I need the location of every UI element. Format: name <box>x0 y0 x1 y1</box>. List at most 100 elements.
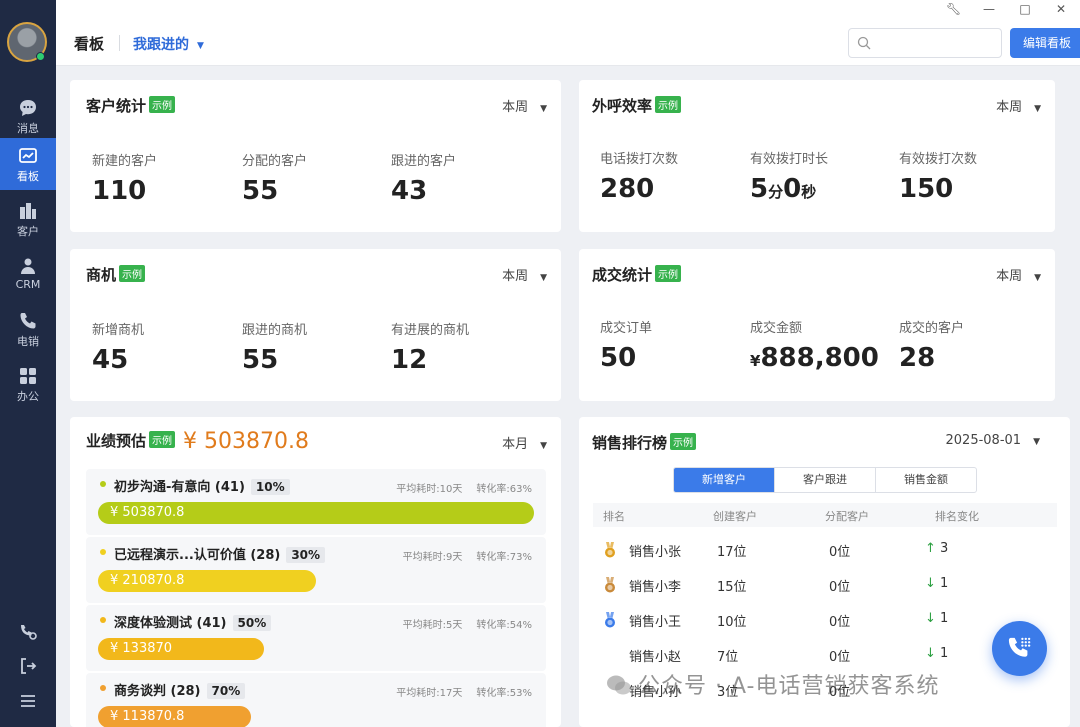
ranking-row: 销售小王 10位 0位 ↓ 1 <box>593 603 1057 637</box>
tab-new-customers[interactable]: 新增客户 <box>674 468 774 492</box>
rank-change-value: 1 <box>940 611 949 626</box>
assigned-customers: 0位 <box>829 580 851 595</box>
sidebar-item-crm[interactable]: CRM <box>0 248 56 300</box>
stage-probability: 30% <box>286 547 326 563</box>
phone-settings-button[interactable] <box>0 621 56 645</box>
opportunities-card: 商机 示例 本周 ▼ 新增商机 45 跟进的商机 55 有进展的商机 12 <box>70 249 561 401</box>
example-tag: 示例 <box>670 433 697 450</box>
stage-probability: 50% <box>232 615 272 631</box>
customer-stats-card: 客户统计 示例 本周 ▼ 新建的客户 110 分配的客户 55 跟进的客户 43 <box>70 80 561 232</box>
period-selector[interactable]: 本周 ▼ <box>502 265 547 284</box>
menu-button[interactable] <box>0 691 56 715</box>
sidebar-item-messages[interactable]: 消息 <box>0 90 56 142</box>
stat-label: 分配的客户 <box>242 154 308 169</box>
period-label: 本周 <box>996 269 1023 284</box>
phone-icon <box>20 313 36 329</box>
logout-button[interactable] <box>0 656 56 680</box>
tab-customer-followup[interactable]: 客户跟进 <box>774 468 875 492</box>
sidebar-item-telesales[interactable]: 电销 <box>0 303 56 355</box>
hamburger-menu-icon <box>21 695 35 707</box>
forecast-total: ¥ 503870.8 <box>183 429 309 454</box>
funnel-stage[interactable]: 初步沟通-有意向 (41) 10% 平均耗时:10天 转化率:63% ¥ 503870.… <box>86 469 546 535</box>
sidebar-item-customers[interactable]: 客户 <box>0 193 56 245</box>
close-icon[interactable]: ✕ <box>1054 2 1068 16</box>
sidebar-item-label: 消息 <box>17 122 39 135</box>
stat-new-opportunities: 新增商机 45 <box>92 319 144 375</box>
dial-pad-button[interactable] <box>992 621 1047 676</box>
stat-deal-orders: 成交订单 50 <box>600 317 652 373</box>
stat-label: 新建的客户 <box>92 154 158 169</box>
search-input[interactable] <box>848 28 1002 58</box>
column-header: 排名变化 <box>935 510 979 523</box>
maximize-icon[interactable]: □ <box>1018 2 1032 16</box>
minimize-icon[interactable]: — <box>982 2 996 16</box>
caret-down-icon: ▼ <box>1033 437 1040 447</box>
stat-followed-opportunities: 跟进的商机 55 <box>242 319 307 375</box>
period-selector[interactable]: 本周 ▼ <box>996 96 1041 115</box>
card-title: 成交统计 示例 <box>592 264 682 285</box>
medal-icon <box>605 577 615 593</box>
stage-avg-duration: 平均耗时:5天 <box>402 620 463 631</box>
created-customers: 15位 <box>717 580 747 595</box>
stat-deal-customers: 成交的客户 28 <box>899 317 964 373</box>
phone-dialpad-icon <box>1008 637 1031 657</box>
stat-value: 43 <box>391 176 428 206</box>
rank-change-down-icon: ↓ <box>925 611 936 626</box>
stage-meta: 平均耗时:9天 转化率:73% <box>389 548 532 563</box>
rank-change-value: 3 <box>940 541 949 556</box>
minutes-value: 5 <box>750 174 769 204</box>
stage-name: 初步沟通-有意向 (41) 10% <box>114 476 290 495</box>
rank-change-down-icon: ↓ <box>925 646 936 661</box>
period-selector[interactable]: 本月 ▼ <box>502 433 547 452</box>
stage-name-text: 商务谈判 (28) <box>114 684 201 699</box>
funnel-stage[interactable]: 已远程演示...认可价值 (28) 30% 平均耗时:9天 转化率:73% ¥ 2108… <box>86 537 546 603</box>
stage-name-text: 初步沟通-有意向 (41) <box>114 480 245 495</box>
sidebar: 消息 看板 客户 CRM 电销 办公 <box>0 0 56 727</box>
currency-symbol: ¥ <box>750 352 761 370</box>
search-icon <box>857 36 871 50</box>
view-selector-label: 我跟进的 <box>133 37 189 53</box>
settings-wrench-icon[interactable]: 🔧︎ <box>946 2 961 16</box>
period-selector[interactable]: 本周 ▼ <box>502 96 547 115</box>
funnel-stage[interactable]: 深度体验测试 (41) 50% 平均耗时:5天 转化率:54% ¥ 133870 <box>86 605 546 671</box>
stage-name: 商务谈判 (28) 70% <box>114 680 246 699</box>
date-selector[interactable]: 2025-08-01 ▼ <box>946 433 1040 448</box>
stat-label: 有效拨打时长 <box>750 152 829 167</box>
stat-label: 跟进的商机 <box>242 323 308 338</box>
stat-assigned-customers: 分配的客户 55 <box>242 150 307 206</box>
period-label: 本周 <box>996 100 1023 115</box>
stat-value: 110 <box>92 176 147 206</box>
sidebar-item-label: 客户 <box>17 225 39 238</box>
caret-down-icon: ▼ <box>540 441 547 451</box>
sidebar-item-label: 办公 <box>17 390 39 403</box>
tab-sales-amount[interactable]: 销售金额 <box>875 468 976 492</box>
stat-value: 150 <box>899 174 954 204</box>
rank-change-down-icon: ↓ <box>925 576 936 591</box>
online-status-dot <box>36 52 45 61</box>
stage-probability: 70% <box>206 683 246 699</box>
stage-name: 深度体验测试 (41) 50% <box>114 612 272 631</box>
rank-change-up-icon: ↑ <box>925 541 936 556</box>
sidebar-item-office[interactable]: 办公 <box>0 358 56 410</box>
stat-value: 55 <box>242 345 279 375</box>
edit-dashboard-button[interactable]: 编辑看板 <box>1010 28 1080 58</box>
date-label: 2025-08-01 <box>945 433 1022 448</box>
period-selector[interactable]: 本周 ▼ <box>996 265 1041 284</box>
ranking-row: 销售小李 15位 0位 ↓ 1 <box>593 568 1057 602</box>
view-selector[interactable]: 我跟进的 ▼ <box>133 34 204 54</box>
medal-icon <box>605 612 615 628</box>
stat-label: 新增商机 <box>92 323 145 338</box>
stat-deal-amount: 成交金额 ¥888,800 <box>750 317 879 373</box>
stat-value: 5分0秒 <box>750 174 828 204</box>
caret-down-icon: ▼ <box>1034 273 1041 283</box>
stat-label: 有效拨打次数 <box>899 152 978 167</box>
stat-effective-calls: 有效拨打次数 150 <box>899 148 977 204</box>
stat-label: 成交订单 <box>600 321 653 336</box>
column-header: 分配客户 <box>825 510 869 523</box>
funnel-stage[interactable]: 商务谈判 (28) 70% 平均耗时:17天 转化率:53% ¥ 113870.8 <box>86 673 546 727</box>
stat-new-customers: 新建的客户 110 <box>92 150 157 206</box>
card-title-text: 外呼效率 <box>592 97 653 115</box>
stage-name-text: 已远程演示...认可价值 (28) <box>114 548 281 563</box>
deal-stats-card: 成交统计 示例 本周 ▼ 成交订单 50 成交金额 ¥888,800 成交的客户 28 <box>579 249 1055 401</box>
sidebar-item-dashboard[interactable]: 看板 <box>0 138 56 190</box>
